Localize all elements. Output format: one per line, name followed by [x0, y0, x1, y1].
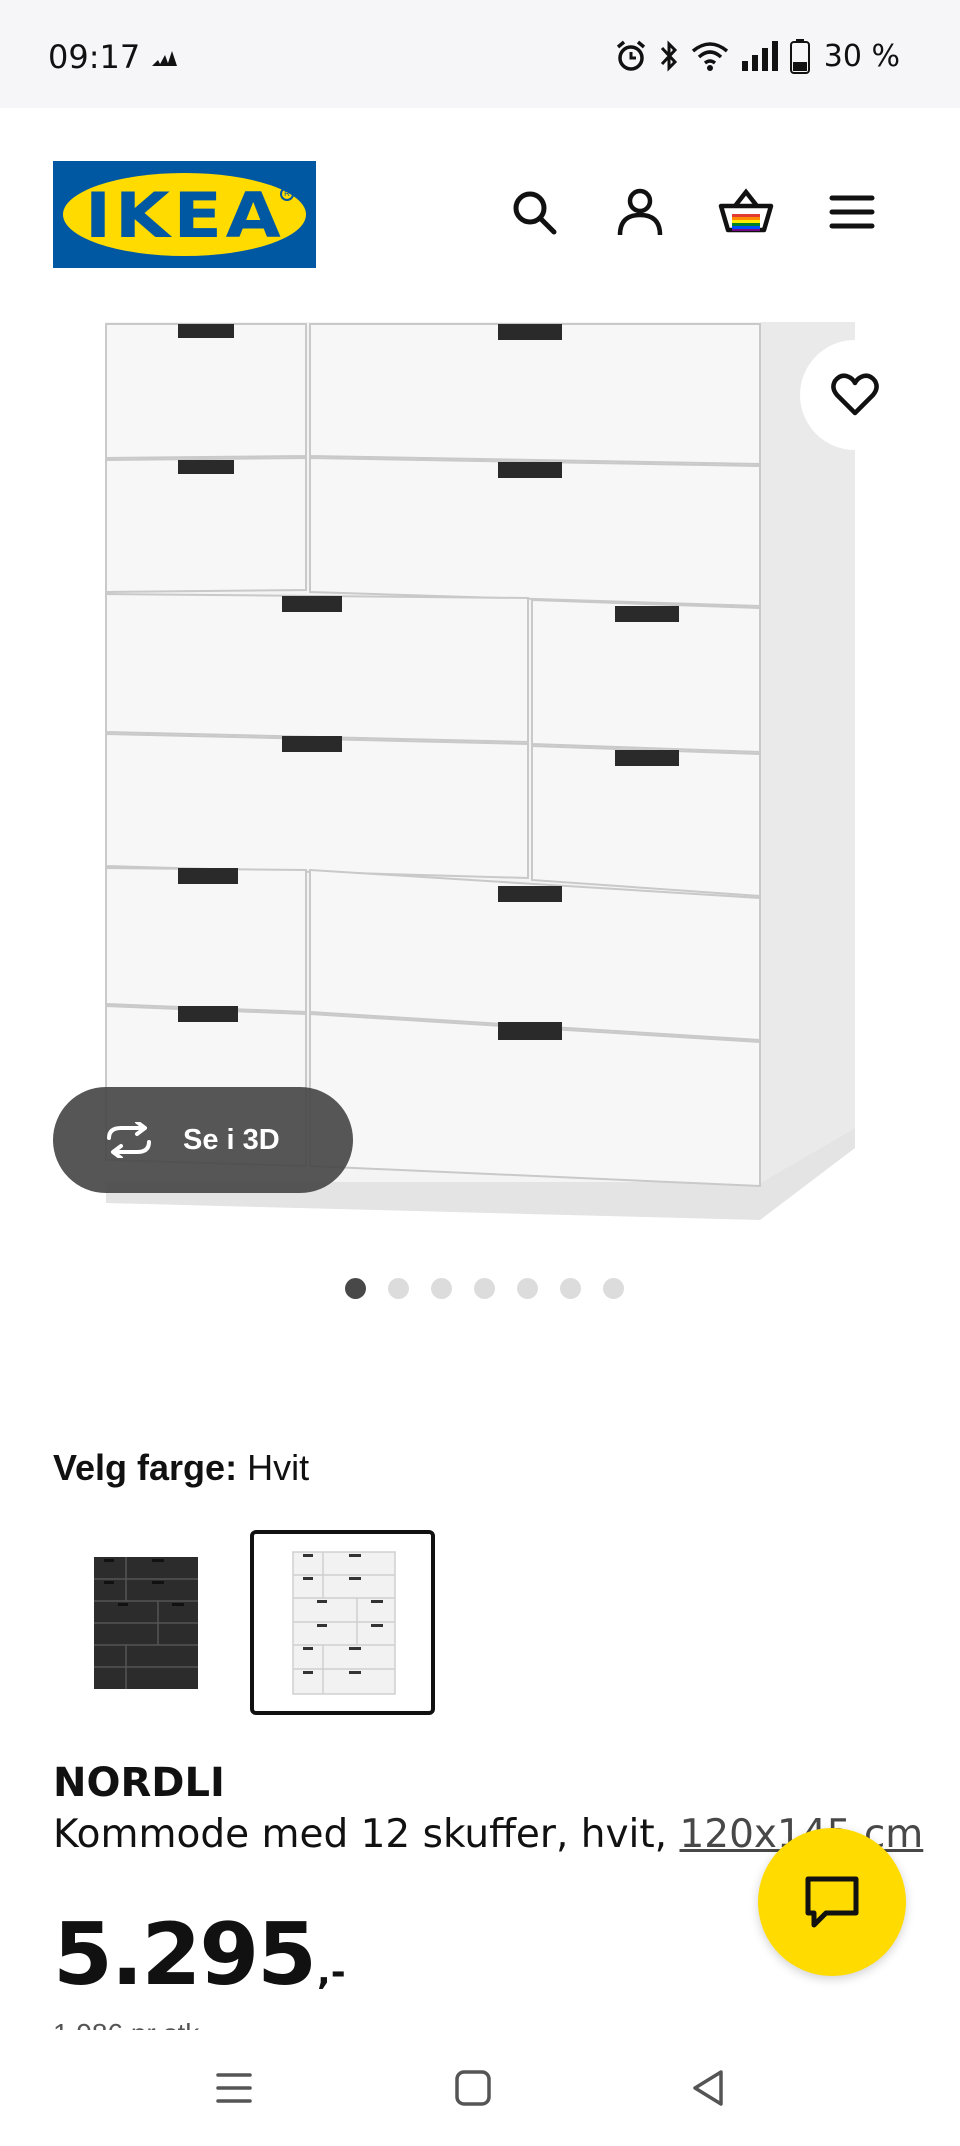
search-button[interactable]	[504, 182, 564, 242]
gallery-pagination	[0, 1278, 960, 1299]
price-suffix: ,-	[317, 1952, 346, 1993]
color-swatch-hvit[interactable]	[250, 1530, 435, 1715]
swatch-dresser-white	[291, 1550, 396, 1695]
home-icon	[455, 2070, 491, 2106]
chat-icon	[805, 1876, 859, 1928]
bluetooth-icon	[660, 40, 677, 72]
color-picker-label: Velg farge: Hvit	[53, 1447, 309, 1489]
back-button[interactable]	[678, 2060, 738, 2116]
favourite-button[interactable]	[800, 340, 910, 450]
wifi-icon	[691, 42, 728, 71]
pagination-dot[interactable]	[387, 1278, 409, 1299]
account-icon	[617, 188, 663, 236]
search-icon	[513, 191, 557, 235]
pagination-dot[interactable]	[602, 1278, 624, 1299]
adidas-icon	[152, 51, 177, 66]
status-icons: 30 %	[614, 36, 900, 76]
color-swatch-antrasitt[interactable]	[53, 1530, 238, 1715]
account-button[interactable]	[610, 182, 670, 242]
pagination-dot[interactable]	[430, 1278, 452, 1299]
ikea-logo[interactable]: IKEA R	[53, 161, 316, 268]
registered-mark: R	[280, 187, 294, 201]
status-time: 09:17	[48, 38, 141, 76]
pagination-dot[interactable]	[344, 1278, 366, 1299]
status-bar: 09:17 30 %	[0, 0, 960, 108]
cart-button[interactable]	[716, 182, 776, 242]
menu-button[interactable]	[822, 182, 882, 242]
recents-icon	[216, 2073, 252, 2103]
back-icon	[693, 2070, 723, 2106]
cart-icon	[718, 188, 774, 233]
recents-button[interactable]	[204, 2060, 264, 2116]
see-in-3d-label: Se i 3D	[183, 1123, 280, 1156]
home-button[interactable]	[443, 2060, 503, 2116]
pagination-dot[interactable]	[559, 1278, 581, 1299]
pagination-dot[interactable]	[516, 1278, 538, 1299]
alarm-icon	[616, 40, 645, 71]
selected-color: Hvit	[247, 1447, 310, 1488]
price-integer: 5.295	[53, 1905, 317, 2005]
product-name: NORDLI	[53, 1760, 225, 1806]
battery-percent: 30 %	[823, 38, 900, 74]
chat-button[interactable]	[758, 1828, 906, 1976]
battery-icon	[789, 39, 810, 74]
product-price: 5.295 ,-	[53, 1905, 346, 2005]
heart-icon	[831, 373, 879, 416]
color-label-prefix: Velg farge:	[53, 1447, 238, 1488]
menu-icon	[829, 195, 875, 229]
rotate-3d-icon	[107, 1122, 151, 1158]
swatch-dresser-dark	[93, 1556, 198, 1689]
product-description-text: Kommode med 12 skuffer, hvit,	[53, 1812, 680, 1857]
pagination-dot[interactable]	[473, 1278, 495, 1299]
signal-icon	[741, 41, 778, 71]
see-in-3d-button[interactable]: Se i 3D	[53, 1087, 353, 1193]
